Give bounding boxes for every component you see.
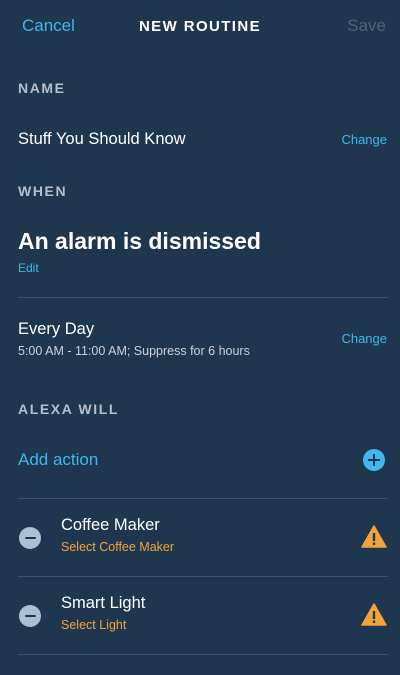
warning-icon xyxy=(361,525,387,548)
trigger-title: An alarm is dismissed xyxy=(18,228,261,254)
change-name-link[interactable]: Change xyxy=(341,132,387,147)
action-title: Smart Light xyxy=(61,594,146,612)
action-row-smart-light[interactable]: Smart Light Select Light xyxy=(0,576,400,654)
action-subtitle: Select Coffee Maker xyxy=(61,540,175,554)
remove-action-minus-icon[interactable] xyxy=(19,605,41,627)
when-section-label: WHEN xyxy=(18,183,68,199)
action-row-coffee-maker[interactable]: Coffee Maker Select Coffee Maker xyxy=(0,498,400,576)
action-title: Coffee Maker xyxy=(61,516,160,534)
add-action-button[interactable]: Add action xyxy=(18,450,98,470)
add-action-plus-icon[interactable] xyxy=(363,449,385,471)
alexa-will-section-label: ALEXA WILL xyxy=(18,401,120,417)
remove-action-minus-icon[interactable] xyxy=(19,527,41,549)
change-schedule-link[interactable]: Change xyxy=(341,331,387,346)
divider xyxy=(18,297,388,298)
page-title: NEW ROUTINE xyxy=(138,18,262,35)
name-section-label: NAME xyxy=(18,80,66,96)
schedule-title[interactable]: Every Day xyxy=(18,320,94,339)
plus-icon xyxy=(368,454,380,466)
divider xyxy=(18,654,388,655)
schedule-detail: 5:00 AM - 11:00 AM; Suppress for 6 hours xyxy=(18,344,250,358)
new-routine-screen: Cancel NEW ROUTINE Save NAME Stuff You S… xyxy=(0,0,400,675)
action-subtitle: Select Light xyxy=(61,618,127,632)
warning-icon xyxy=(361,603,387,626)
routine-name[interactable]: Stuff You Should Know xyxy=(18,130,186,149)
edit-trigger-link[interactable]: Edit xyxy=(18,261,39,275)
save-button[interactable]: Save xyxy=(347,16,386,36)
